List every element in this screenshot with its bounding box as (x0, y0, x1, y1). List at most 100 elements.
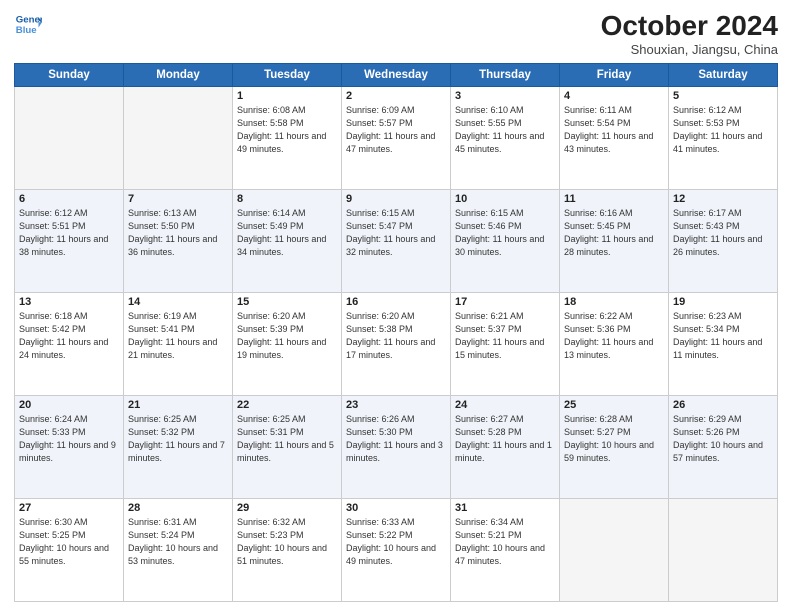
day-number: 25 (564, 399, 664, 411)
day-number: 9 (346, 193, 446, 205)
cell-info: Sunrise: 6:27 AM Sunset: 5:28 PM Dayligh… (455, 413, 555, 465)
calendar-cell: 2Sunrise: 6:09 AM Sunset: 5:57 PM Daylig… (342, 87, 451, 190)
cell-info: Sunrise: 6:18 AM Sunset: 5:42 PM Dayligh… (19, 310, 119, 362)
day-number: 22 (237, 399, 337, 411)
day-number: 2 (346, 90, 446, 102)
cell-info: Sunrise: 6:33 AM Sunset: 5:22 PM Dayligh… (346, 516, 446, 568)
calendar-cell: 1Sunrise: 6:08 AM Sunset: 5:58 PM Daylig… (233, 87, 342, 190)
cell-info: Sunrise: 6:14 AM Sunset: 5:49 PM Dayligh… (237, 207, 337, 259)
day-number: 16 (346, 296, 446, 308)
cell-info: Sunrise: 6:12 AM Sunset: 5:51 PM Dayligh… (19, 207, 119, 259)
cell-info: Sunrise: 6:15 AM Sunset: 5:47 PM Dayligh… (346, 207, 446, 259)
calendar-week-2: 6 Sunrise: 6:12 AM Sunset: 5:51 PM Daylig… (15, 190, 778, 293)
day-number: 23 (346, 399, 446, 411)
day-number: 28 (128, 502, 228, 514)
day-number: 4 (564, 90, 664, 102)
calendar-cell: 19Sunrise: 6:23 AM Sunset: 5:34 PM Dayli… (669, 293, 778, 396)
day-number: 18 (564, 296, 664, 308)
calendar-week-4: 20 Sunrise: 6:24 AM Sunset: 5:33 PM Dayli… (15, 396, 778, 499)
cell-info: Sunrise: 6:25 AM Sunset: 5:31 PM Dayligh… (237, 413, 337, 465)
calendar-cell: 29 Sunrise: 6:32 AM Sunset: 5:23 PM Dayli… (233, 499, 342, 602)
cell-info: Sunrise: 6:21 AM Sunset: 5:37 PM Dayligh… (455, 310, 555, 362)
cell-info: Sunrise: 6:30 AM Sunset: 5:25 PM Dayligh… (19, 516, 119, 568)
calendar-cell (15, 87, 124, 190)
calendar-cell: 22 Sunrise: 6:25 AM Sunset: 5:31 PM Dayli… (233, 396, 342, 499)
calendar-cell: 11Sunrise: 6:16 AM Sunset: 5:45 PM Dayli… (560, 190, 669, 293)
cell-info: Sunrise: 6:17 AM Sunset: 5:43 PM Dayligh… (673, 207, 773, 259)
cell-info: Sunrise: 6:31 AM Sunset: 5:24 PM Dayligh… (128, 516, 228, 568)
cell-info: Sunrise: 6:34 AM Sunset: 5:21 PM Dayligh… (455, 516, 555, 568)
calendar-cell: 7 Sunrise: 6:13 AM Sunset: 5:50 PM Daylig… (124, 190, 233, 293)
calendar-cell: 27Sunrise: 6:30 AM Sunset: 5:25 PM Dayli… (15, 499, 124, 602)
day-number: 17 (455, 296, 555, 308)
calendar-cell: 18 Sunrise: 6:22 AM Sunset: 5:36 PM Dayli… (560, 293, 669, 396)
weekday-header-saturday: Saturday (669, 64, 778, 87)
cell-info: Sunrise: 6:10 AM Sunset: 5:55 PM Dayligh… (455, 104, 555, 156)
calendar-week-5: 27Sunrise: 6:30 AM Sunset: 5:25 PM Dayli… (15, 499, 778, 602)
day-number: 15 (237, 296, 337, 308)
calendar-cell: 31 Sunrise: 6:34 AM Sunset: 5:21 PM Dayli… (451, 499, 560, 602)
svg-text:General: General (16, 14, 42, 25)
calendar-cell: 14Sunrise: 6:19 AM Sunset: 5:41 PM Dayli… (124, 293, 233, 396)
cell-info: Sunrise: 6:22 AM Sunset: 5:36 PM Dayligh… (564, 310, 664, 362)
calendar-cell: 21Sunrise: 6:25 AM Sunset: 5:32 PM Dayli… (124, 396, 233, 499)
day-number: 29 (237, 502, 337, 514)
cell-info: Sunrise: 6:20 AM Sunset: 5:39 PM Dayligh… (237, 310, 337, 362)
calendar-cell: 20 Sunrise: 6:24 AM Sunset: 5:33 PM Dayli… (15, 396, 124, 499)
day-number: 12 (673, 193, 773, 205)
calendar-cell: 4Sunrise: 6:11 AM Sunset: 5:54 PM Daylig… (560, 87, 669, 190)
calendar-week-3: 13 Sunrise: 6:18 AM Sunset: 5:42 PM Dayli… (15, 293, 778, 396)
calendar-week-1: 1Sunrise: 6:08 AM Sunset: 5:58 PM Daylig… (15, 87, 778, 190)
day-number: 30 (346, 502, 446, 514)
weekday-header-row: SundayMondayTuesdayWednesdayThursdayFrid… (15, 64, 778, 87)
calendar-cell: 5 Sunrise: 6:12 AM Sunset: 5:53 PM Daylig… (669, 87, 778, 190)
title-area: October 2024 Shouxian, Jiangsu, China (601, 10, 778, 57)
day-number: 8 (237, 193, 337, 205)
calendar-cell: 17 Sunrise: 6:21 AM Sunset: 5:37 PM Dayli… (451, 293, 560, 396)
day-number: 26 (673, 399, 773, 411)
calendar-cell: 12 Sunrise: 6:17 AM Sunset: 5:43 PM Dayli… (669, 190, 778, 293)
cell-info: Sunrise: 6:29 AM Sunset: 5:26 PM Dayligh… (673, 413, 773, 465)
calendar-cell: 28 Sunrise: 6:31 AM Sunset: 5:24 PM Dayli… (124, 499, 233, 602)
day-number: 1 (237, 90, 337, 102)
calendar-table: SundayMondayTuesdayWednesdayThursdayFrid… (14, 63, 778, 602)
location-subtitle: Shouxian, Jiangsu, China (601, 42, 778, 57)
cell-info: Sunrise: 6:25 AM Sunset: 5:32 PM Dayligh… (128, 413, 228, 465)
cell-info: Sunrise: 6:13 AM Sunset: 5:50 PM Dayligh… (128, 207, 228, 259)
calendar-cell: 9 Sunrise: 6:15 AM Sunset: 5:47 PM Daylig… (342, 190, 451, 293)
day-number: 5 (673, 90, 773, 102)
calendar-cell: 6 Sunrise: 6:12 AM Sunset: 5:51 PM Daylig… (15, 190, 124, 293)
cell-info: Sunrise: 6:28 AM Sunset: 5:27 PM Dayligh… (564, 413, 664, 465)
cell-info: Sunrise: 6:20 AM Sunset: 5:38 PM Dayligh… (346, 310, 446, 362)
day-number: 3 (455, 90, 555, 102)
month-title: October 2024 (601, 10, 778, 42)
svg-text:Blue: Blue (16, 25, 37, 36)
cell-info: Sunrise: 6:23 AM Sunset: 5:34 PM Dayligh… (673, 310, 773, 362)
calendar-cell (124, 87, 233, 190)
weekday-header-wednesday: Wednesday (342, 64, 451, 87)
calendar-cell: 30 Sunrise: 6:33 AM Sunset: 5:22 PM Dayli… (342, 499, 451, 602)
calendar-cell: 8 Sunrise: 6:14 AM Sunset: 5:49 PM Daylig… (233, 190, 342, 293)
calendar-cell: 10Sunrise: 6:15 AM Sunset: 5:46 PM Dayli… (451, 190, 560, 293)
day-number: 6 (19, 193, 119, 205)
day-number: 24 (455, 399, 555, 411)
page: General Blue October 2024 Shouxian, Jian… (0, 0, 792, 612)
weekday-header-monday: Monday (124, 64, 233, 87)
day-number: 7 (128, 193, 228, 205)
calendar-cell: 15 Sunrise: 6:20 AM Sunset: 5:39 PM Dayli… (233, 293, 342, 396)
calendar-cell: 3 Sunrise: 6:10 AM Sunset: 5:55 PM Daylig… (451, 87, 560, 190)
calendar-cell: 16 Sunrise: 6:20 AM Sunset: 5:38 PM Dayli… (342, 293, 451, 396)
day-number: 31 (455, 502, 555, 514)
calendar-cell: 26 Sunrise: 6:29 AM Sunset: 5:26 PM Dayli… (669, 396, 778, 499)
weekday-header-friday: Friday (560, 64, 669, 87)
weekday-header-sunday: Sunday (15, 64, 124, 87)
calendar-cell (669, 499, 778, 602)
day-number: 20 (19, 399, 119, 411)
weekday-header-tuesday: Tuesday (233, 64, 342, 87)
cell-info: Sunrise: 6:32 AM Sunset: 5:23 PM Dayligh… (237, 516, 337, 568)
cell-info: Sunrise: 6:24 AM Sunset: 5:33 PM Dayligh… (19, 413, 119, 465)
cell-info: Sunrise: 6:12 AM Sunset: 5:53 PM Dayligh… (673, 104, 773, 156)
day-number: 11 (564, 193, 664, 205)
day-number: 13 (19, 296, 119, 308)
logo-icon: General Blue (14, 10, 42, 38)
